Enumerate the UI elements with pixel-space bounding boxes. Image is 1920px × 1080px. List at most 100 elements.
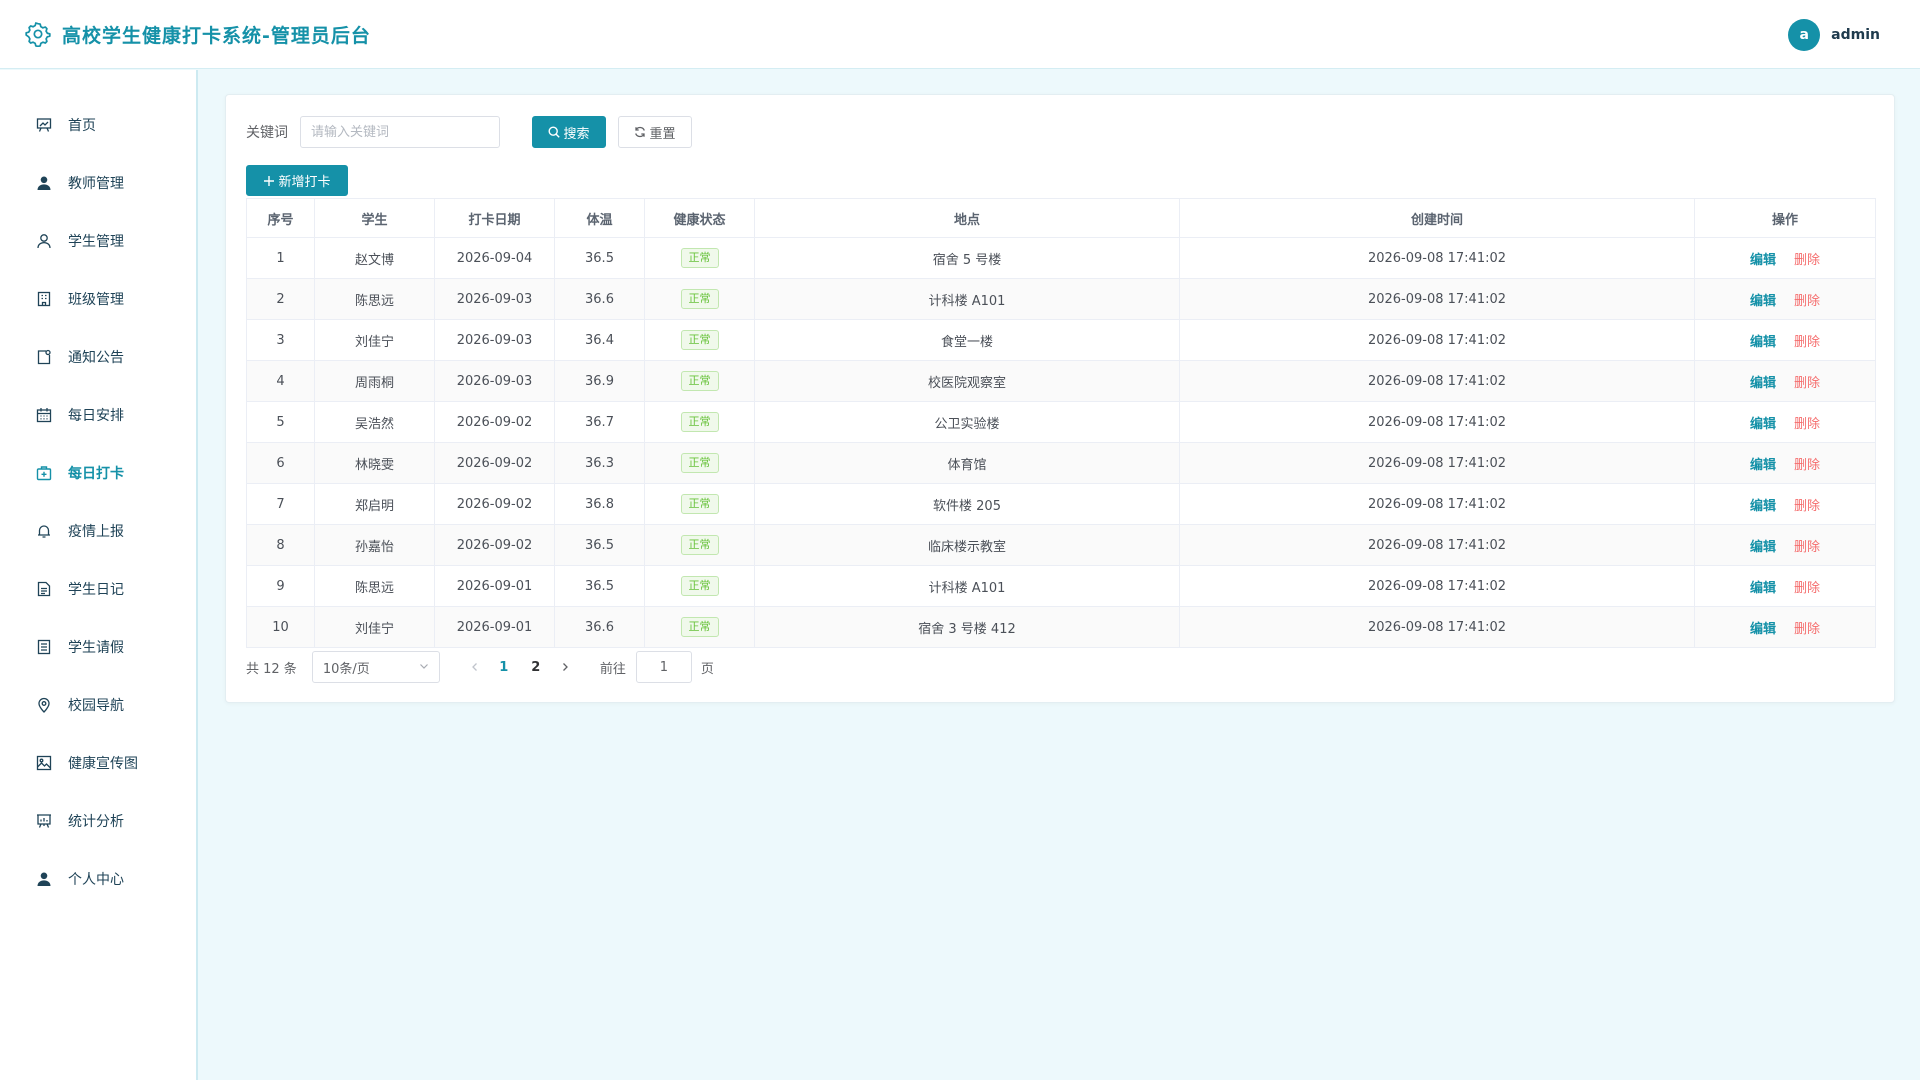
plus-icon: [263, 175, 275, 187]
sidebar-item-classes[interactable]: 班级管理: [0, 270, 196, 328]
edit-button[interactable]: 编辑: [1750, 417, 1776, 432]
cell-no: 2: [246, 278, 315, 320]
table-row: 10 刘佳宁 2026-09-01 36.6 正常 宿舍 3 号楼 412 2026-09-…: [246, 606, 1876, 648]
user-menu[interactable]: a admin: [1788, 19, 1880, 51]
picture-icon: [34, 753, 54, 773]
table-row: 9 陈思远 2026-09-01 36.5 正常 计科楼 A101 2026-09-08 1…: [246, 565, 1876, 607]
cell-actions: 编辑 删除: [1694, 565, 1876, 607]
table-row: 4 周雨桐 2026-09-03 36.9 正常 校医院观察室 2026-09-08 17:…: [246, 360, 1876, 402]
sidebar-item-notices[interactable]: 通知公告: [0, 328, 196, 386]
cell-created: 2026-09-08 17:41:02: [1179, 360, 1695, 402]
sidebar-item-label: 班级管理: [68, 292, 124, 308]
sidebar-item-students[interactable]: 学生管理: [0, 212, 196, 270]
sidebar-item-leave[interactable]: 学生请假: [0, 618, 196, 676]
sidebar-item-teachers[interactable]: 教师管理: [0, 154, 196, 212]
cell-temp: 36.6: [554, 278, 645, 320]
building-icon: [34, 289, 54, 309]
column-header: 序号: [246, 198, 315, 238]
edit-button[interactable]: 编辑: [1750, 540, 1776, 555]
cell-created: 2026-09-08 17:41:02: [1179, 565, 1695, 607]
delete-button[interactable]: 删除: [1794, 581, 1820, 596]
cell-no: 4: [246, 360, 315, 402]
delete-button[interactable]: 删除: [1794, 253, 1820, 268]
delete-button[interactable]: 删除: [1794, 376, 1820, 391]
cell-actions: 编辑 删除: [1694, 237, 1876, 279]
cell-place: 软件楼 205: [754, 483, 1180, 525]
sidebar-item-schedule[interactable]: 每日安排: [0, 386, 196, 444]
delete-button[interactable]: 删除: [1794, 540, 1820, 555]
cell-no: 10: [246, 606, 315, 648]
sidebar-item-daily-checkin[interactable]: 每日打卡: [0, 444, 196, 502]
sidebar-item-label: 每日安排: [68, 408, 124, 424]
cell-temp: 36.9: [554, 360, 645, 402]
reset-button-label: 重置: [649, 126, 676, 142]
page-number[interactable]: 2: [520, 660, 552, 675]
prev-page-button[interactable]: [462, 653, 488, 681]
cell-status: 正常: [644, 319, 755, 361]
table-row: 2 陈思远 2026-09-03 36.6 正常 计科楼 A101 2026-09-08 1…: [246, 278, 1876, 320]
first-aid-kit-icon: [34, 463, 54, 483]
sidebar-item-label: 疫情上报: [68, 524, 124, 540]
page-jump-input[interactable]: [635, 651, 692, 683]
edit-button[interactable]: 编辑: [1750, 376, 1776, 391]
table-row: 7 郑启明 2026-09-02 36.8 正常 软件楼 205 2026-09-08 17…: [246, 483, 1876, 525]
sidebar-item-label: 教师管理: [68, 176, 124, 192]
sidebar-item-epidemic-report[interactable]: 疫情上报: [0, 502, 196, 560]
cell-status: 正常: [644, 483, 755, 525]
chart-board-icon: [34, 115, 54, 135]
presentation-icon: [34, 811, 54, 831]
next-page-button[interactable]: [552, 653, 578, 681]
cell-student: 刘佳宁: [314, 319, 435, 361]
sidebar-item-label: 学生管理: [68, 234, 124, 250]
cell-date: 2026-09-02: [434, 524, 555, 566]
delete-button[interactable]: 删除: [1794, 458, 1820, 473]
delete-button[interactable]: 删除: [1794, 499, 1820, 514]
edit-button[interactable]: 编辑: [1750, 335, 1776, 350]
username[interactable]: admin: [1831, 27, 1880, 43]
edit-button[interactable]: 编辑: [1750, 294, 1776, 309]
edit-button[interactable]: 编辑: [1750, 581, 1776, 596]
keyword-input[interactable]: [300, 116, 500, 148]
cell-place: 计科楼 A101: [754, 565, 1180, 607]
cell-student: 刘佳宁: [314, 606, 435, 648]
cell-status: 正常: [644, 278, 755, 320]
cell-created: 2026-09-08 17:41:02: [1179, 442, 1695, 484]
cell-temp: 36.7: [554, 401, 645, 443]
cell-student: 赵文博: [314, 237, 435, 279]
user-icon: [34, 231, 54, 251]
cell-student: 吴浩然: [314, 401, 435, 443]
sidebar-item-campus-nav[interactable]: 校园导航: [0, 676, 196, 734]
sidebar-item-profile[interactable]: 个人中心: [0, 850, 196, 908]
refresh-icon: [634, 126, 646, 138]
delete-button[interactable]: 删除: [1794, 294, 1820, 309]
bell-icon: [34, 521, 54, 541]
delete-button[interactable]: 删除: [1794, 622, 1820, 637]
sidebar-item-health-posters[interactable]: 健康宣传图: [0, 734, 196, 792]
status-badge: 正常: [680, 535, 719, 555]
sidebar-item-statistics[interactable]: 统计分析: [0, 792, 196, 850]
edit-button[interactable]: 编辑: [1750, 253, 1776, 268]
delete-button[interactable]: 删除: [1794, 335, 1820, 350]
sidebar-item-label: 学生日记: [68, 582, 124, 598]
cell-place: 体育馆: [754, 442, 1180, 484]
checkin-table: 序号 学生 打卡日期 体温 健康状态 地点 创建时间 操作 1 赵文博 2026-0…: [246, 198, 1876, 648]
sidebar-item-diary[interactable]: 学生日记: [0, 560, 196, 618]
main-card: 关键词 搜索 重置 新增打卡 序号 学生 打卡日期 体温: [225, 94, 1895, 703]
edit-button[interactable]: 编辑: [1750, 458, 1776, 473]
user-filled-icon: [34, 173, 54, 193]
avatar[interactable]: a: [1788, 19, 1821, 51]
page-number[interactable]: 1: [488, 660, 520, 675]
sidebar-item-home[interactable]: 首页: [0, 96, 196, 154]
add-checkin-button[interactable]: 新增打卡: [246, 165, 348, 196]
page-size-select[interactable]: 10条/页: [311, 651, 440, 683]
edit-button[interactable]: 编辑: [1750, 499, 1776, 514]
search-button[interactable]: 搜索: [532, 116, 606, 148]
cell-actions: 编辑 删除: [1694, 360, 1876, 402]
edit-button[interactable]: 编辑: [1750, 622, 1776, 637]
cell-status: 正常: [644, 524, 755, 566]
status-badge: 正常: [680, 453, 719, 473]
reset-button[interactable]: 重置: [618, 116, 692, 148]
cell-temp: 36.5: [554, 237, 645, 279]
status-badge: 正常: [680, 494, 719, 514]
delete-button[interactable]: 删除: [1794, 417, 1820, 432]
